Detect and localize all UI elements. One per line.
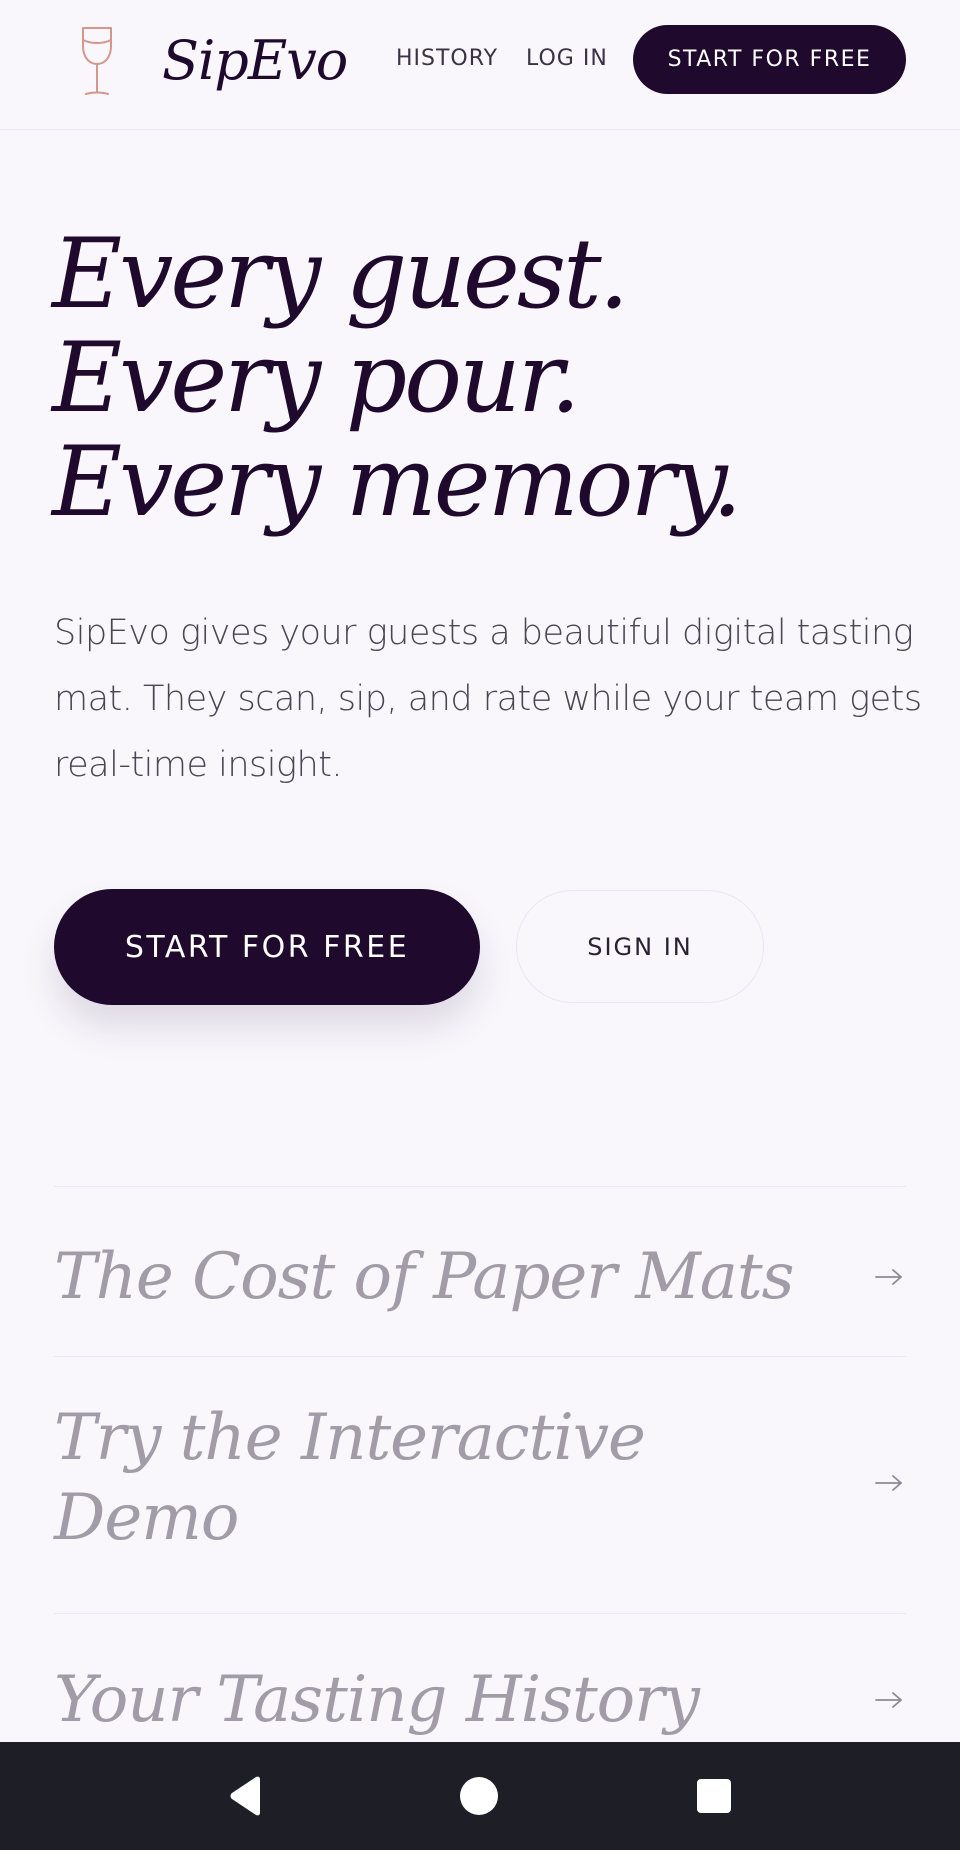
site-header: SipEvo HISTORY LOG IN START FOR FREE bbox=[0, 0, 960, 130]
feature-list: The Cost of Paper Mats Try the Interacti… bbox=[54, 1186, 906, 1813]
feature-title: Your Tasting History bbox=[54, 1663, 700, 1737]
home-icon bbox=[460, 1777, 498, 1815]
feature-title: The Cost of Paper Mats bbox=[54, 1240, 794, 1314]
header-start-free-button[interactable]: START FOR FREE bbox=[633, 25, 906, 94]
arrow-right-icon bbox=[875, 1269, 902, 1285]
recents-icon bbox=[697, 1779, 731, 1813]
nav-history-link[interactable]: HISTORY bbox=[396, 44, 498, 74]
hero-title: Every guest. Every pour. Every memory. bbox=[52, 222, 932, 534]
system-recents-button[interactable] bbox=[654, 1742, 774, 1850]
system-navigation-bar bbox=[0, 1742, 960, 1850]
feature-item-cost-of-paper-mats[interactable]: The Cost of Paper Mats bbox=[54, 1186, 906, 1356]
arrow-right-icon bbox=[875, 1475, 902, 1491]
back-icon bbox=[230, 1776, 260, 1816]
system-home-button[interactable] bbox=[419, 1742, 539, 1850]
start-free-button[interactable]: START FOR FREE bbox=[54, 889, 480, 1005]
hero-title-line: Every memory. bbox=[52, 426, 742, 538]
wine-glass-icon[interactable] bbox=[78, 26, 116, 98]
brand-logo[interactable]: SipEvo bbox=[162, 26, 348, 96]
feature-title: Try the Interactive Demo bbox=[54, 1401, 646, 1555]
sign-in-button[interactable]: SIGN IN bbox=[516, 890, 764, 1003]
hero-description: SipEvo gives your guests a beautiful dig… bbox=[54, 613, 922, 785]
feature-item-interactive-demo[interactable]: Try the Interactive Demo bbox=[54, 1356, 906, 1613]
arrow-right-icon bbox=[875, 1692, 902, 1708]
nav-login-link[interactable]: LOG IN bbox=[526, 44, 608, 74]
hero-title-line: Every guest. bbox=[52, 218, 629, 330]
system-back-button[interactable] bbox=[186, 1742, 306, 1850]
hero-title-line: Every pour. bbox=[52, 322, 581, 434]
